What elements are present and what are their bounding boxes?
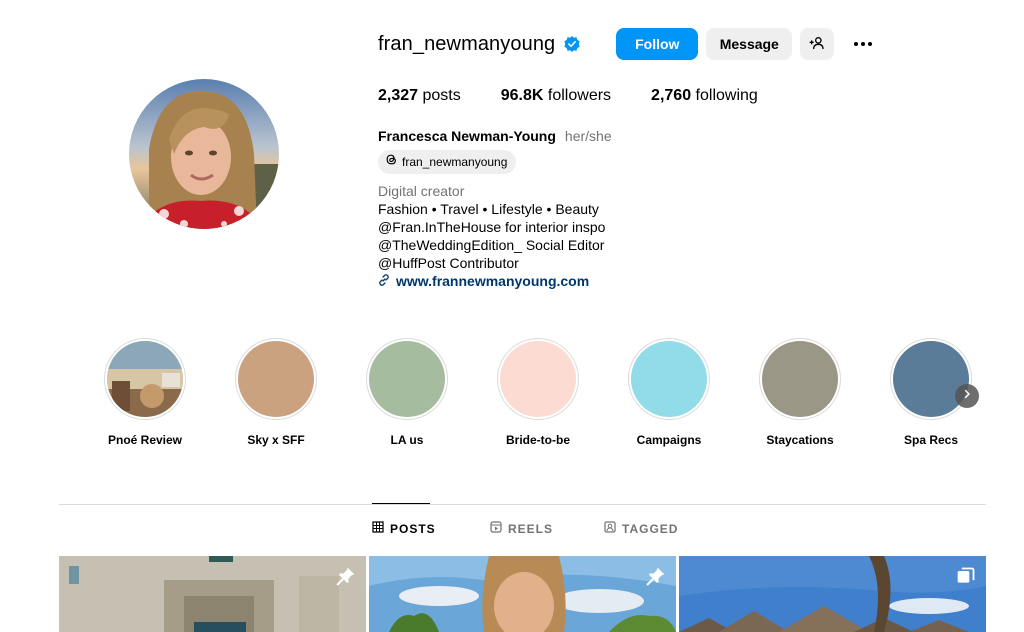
bio-line: @HuffPost Contributor: [378, 255, 519, 271]
highlight-cover: [238, 341, 314, 417]
profile-username: fran_newmanyoung: [378, 32, 556, 55]
post-tile[interactable]: [369, 556, 676, 632]
profile-full-name: Francesca Newman-Young: [378, 128, 556, 144]
highlight-item[interactable]: Pnoé Review: [104, 338, 186, 447]
following-link[interactable]: 2,760 following: [651, 87, 758, 105]
tagged-icon: [604, 521, 622, 536]
profile-stats: 2,327 posts 96.8K followers 2,760 follow…: [378, 87, 798, 105]
follow-button[interactable]: Follow: [616, 28, 699, 60]
carousel-icon: [956, 566, 976, 586]
pin-icon: [336, 566, 356, 586]
bio-line: Fashion • Travel • Lifestyle • Beauty: [378, 201, 599, 217]
message-button[interactable]: Message: [706, 28, 793, 60]
website-link[interactable]: www.frannewmanyoung.com: [378, 272, 798, 290]
highlight-label: Spa Recs: [903, 433, 959, 447]
profile-tabs: POSTS REELS TAGGED: [0, 521, 1024, 539]
highlight-label: Pnoé Review: [107, 433, 183, 447]
tab-tagged[interactable]: TAGGED: [604, 521, 678, 536]
add-user-button[interactable]: [800, 28, 835, 60]
highlight-label: Campaigns: [636, 433, 702, 447]
threads-link[interactable]: fran_newmanyoung: [378, 150, 517, 174]
highlight-cover: [762, 341, 838, 417]
profile-category: Digital creator: [378, 183, 465, 199]
posts-grid: [59, 556, 986, 632]
highlight-item[interactable]: Sky x SFF: [235, 338, 317, 447]
profile-pronouns: her/she: [564, 128, 612, 144]
highlight-item[interactable]: Bride-to-be: [497, 338, 579, 447]
threads-icon: [385, 153, 402, 171]
active-tab-indicator: [372, 503, 430, 504]
highlight-label: Staycations: [766, 433, 834, 447]
tabs-divider: [59, 504, 986, 505]
highlight-label: Sky x SFF: [247, 433, 305, 447]
highlight-item[interactable]: Campaigns: [628, 338, 710, 447]
highlight-cover: [631, 341, 707, 417]
highlights-next-button[interactable]: [955, 384, 979, 408]
highlight-item[interactable]: LA us: [366, 338, 448, 447]
tab-posts[interactable]: POSTS: [372, 521, 436, 536]
threads-handle: fran_newmanyoung: [402, 155, 508, 169]
more-options-icon[interactable]: [851, 32, 875, 56]
followers-link[interactable]: 96.8K followers: [501, 87, 611, 105]
highlight-label: LA us: [390, 433, 424, 447]
profile-avatar[interactable]: [129, 79, 279, 229]
highlight-cover: [107, 341, 183, 417]
chevron-right-icon: [961, 387, 973, 405]
link-icon: [378, 272, 396, 290]
verified-badge-icon: [563, 35, 581, 53]
profile-bio: Francesca Newman-Young her/she fran_newm…: [378, 127, 798, 290]
highlight-label: Bride-to-be: [506, 433, 570, 447]
pin-icon: [646, 566, 666, 586]
post-tile[interactable]: [59, 556, 366, 632]
post-tile[interactable]: [679, 556, 986, 632]
highlight-cover: [893, 341, 969, 417]
add-user-icon: [809, 35, 825, 54]
profile-header-row: fran_newmanyoung Follow Message: [378, 28, 875, 60]
posts-count: 2,327 posts: [378, 87, 461, 104]
website-url: www.frannewmanyoung.com: [396, 273, 590, 289]
highlight-cover: [500, 341, 576, 417]
reels-icon: [490, 521, 508, 536]
highlight-cover: [369, 341, 445, 417]
bio-line: @Fran.InTheHouse for interior inspo: [378, 219, 606, 235]
grid-icon: [372, 521, 390, 536]
highlight-item[interactable]: Staycations: [759, 338, 841, 447]
bio-line: @TheWeddingEdition_ Social Editor: [378, 237, 605, 253]
story-highlights: Pnoé Review Sky x SFF LA us Bride-to-be …: [104, 338, 984, 458]
tab-reels[interactable]: REELS: [490, 521, 553, 536]
